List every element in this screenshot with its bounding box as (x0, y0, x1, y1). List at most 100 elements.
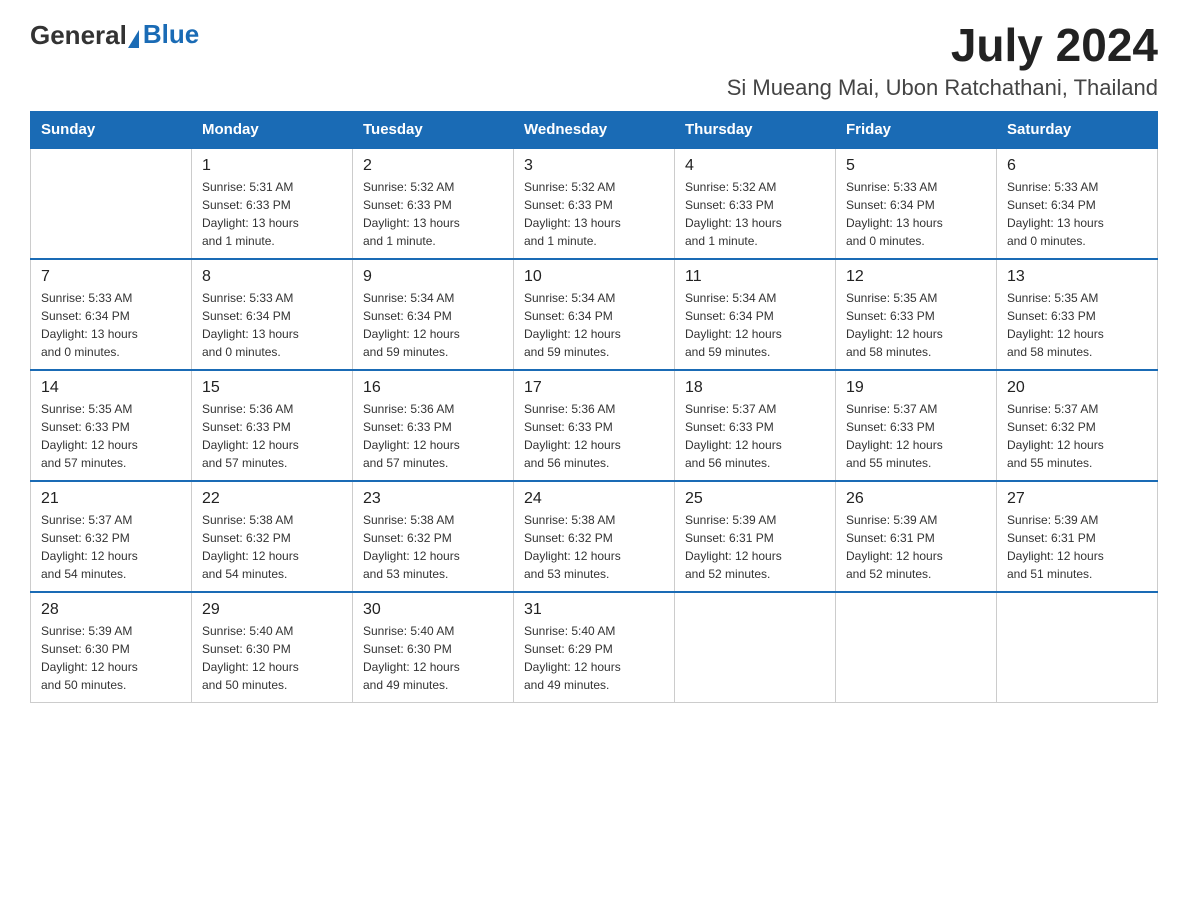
calendar-day-25: 25Sunrise: 5:39 AM Sunset: 6:31 PM Dayli… (675, 481, 836, 592)
calendar-empty-cell (836, 592, 997, 703)
day-number: 1 (202, 157, 342, 175)
day-number: 15 (202, 379, 342, 397)
day-number: 13 (1007, 268, 1147, 286)
calendar-day-26: 26 Sunrise: 5:39 AM Sunset: 6:31 PM Dayli… (836, 481, 997, 592)
day-number: 31 (524, 601, 664, 619)
logo-general: General (30, 20, 127, 51)
logo-blue: Blue (143, 21, 199, 47)
page-header: General Blue July 2024 Si Mueang Mai, Ub… (30, 20, 1158, 101)
calendar-day-31: 31 Sunrise: 5:40 AM Sunset: 6:29 PM Dayli… (514, 592, 675, 703)
day-info: Sunrise: 5:38 AM Sunset: 6:32 PM Dayligh… (202, 511, 342, 583)
header-saturday: Saturday (997, 111, 1158, 148)
day-info: Sunrise: 5:31 AM Sunset: 6:33 PM Dayligh… (202, 178, 342, 250)
calendar-week-row: 21 Sunrise: 5:37 AM Sunset: 6:32 PM Dayli… (31, 481, 1158, 592)
title-block: July 2024 Si Mueang Mai, Ubon Ratchathan… (727, 20, 1158, 101)
day-number: 9 (363, 268, 503, 286)
day-info: Sunrise: 5:33 AM Sunset: 6:34 PM Dayligh… (1007, 178, 1147, 250)
day-info: Sunrise: 5:39 AM Sunset: 6:31 PM Dayligh… (1007, 511, 1147, 583)
day-info: Sunrise: 5:33 AM Sunset: 6:34 PM Dayligh… (846, 178, 986, 250)
calendar-day-18: 18 Sunrise: 5:37 AM Sunset: 6:33 PM Dayli… (675, 370, 836, 481)
day-number: 8 (202, 268, 342, 286)
day-number: 21 (41, 490, 181, 508)
day-number: 18 (685, 379, 825, 397)
calendar-day-15: 15 Sunrise: 5:36 AM Sunset: 6:33 PM Dayli… (192, 370, 353, 481)
day-number: 20 (1007, 379, 1147, 397)
day-info: Sunrise: 5:39 AM Sunset: 6:30 PM Dayligh… (41, 622, 181, 694)
day-info: Sunrise: 5:34 AM Sunset: 6:34 PM Dayligh… (363, 289, 503, 361)
calendar-day-24: 24 Sunrise: 5:38 AM Sunset: 6:32 PM Dayli… (514, 481, 675, 592)
calendar-day-6: 6 Sunrise: 5:33 AM Sunset: 6:34 PM Daylig… (997, 148, 1158, 259)
day-number: 11 (685, 268, 825, 286)
day-info: Sunrise: 5:40 AM Sunset: 6:29 PM Dayligh… (524, 622, 664, 694)
calendar-day-8: 8Sunrise: 5:33 AM Sunset: 6:34 PM Daylig… (192, 259, 353, 370)
day-info: Sunrise: 5:36 AM Sunset: 6:33 PM Dayligh… (202, 400, 342, 472)
calendar-day-19: 19Sunrise: 5:37 AM Sunset: 6:33 PM Dayli… (836, 370, 997, 481)
calendar-day-16: 16 Sunrise: 5:36 AM Sunset: 6:33 PM Dayli… (353, 370, 514, 481)
header-tuesday: Tuesday (353, 111, 514, 148)
calendar-day-21: 21 Sunrise: 5:37 AM Sunset: 6:32 PM Dayli… (31, 481, 192, 592)
day-info: Sunrise: 5:36 AM Sunset: 6:33 PM Dayligh… (524, 400, 664, 472)
calendar-day-10: 10Sunrise: 5:34 AM Sunset: 6:34 PM Dayli… (514, 259, 675, 370)
calendar-week-row: 28 Sunrise: 5:39 AM Sunset: 6:30 PM Dayli… (31, 592, 1158, 703)
calendar-day-2: 2 Sunrise: 5:32 AM Sunset: 6:33 PM Daylig… (353, 148, 514, 259)
day-info: Sunrise: 5:32 AM Sunset: 6:33 PM Dayligh… (363, 178, 503, 250)
header-wednesday: Wednesday (514, 111, 675, 148)
calendar-day-12: 12 Sunrise: 5:35 AM Sunset: 6:33 PM Dayli… (836, 259, 997, 370)
calendar-day-11: 11 Sunrise: 5:34 AM Sunset: 6:34 PM Dayli… (675, 259, 836, 370)
calendar-empty-cell (31, 148, 192, 259)
calendar-day-28: 28 Sunrise: 5:39 AM Sunset: 6:30 PM Dayli… (31, 592, 192, 703)
day-info: Sunrise: 5:36 AM Sunset: 6:33 PM Dayligh… (363, 400, 503, 472)
day-number: 26 (846, 490, 986, 508)
calendar-week-row: 1 Sunrise: 5:31 AM Sunset: 6:33 PM Daylig… (31, 148, 1158, 259)
calendar-day-3: 3Sunrise: 5:32 AM Sunset: 6:33 PM Daylig… (514, 148, 675, 259)
calendar-day-30: 30 Sunrise: 5:40 AM Sunset: 6:30 PM Dayli… (353, 592, 514, 703)
day-info: Sunrise: 5:35 AM Sunset: 6:33 PM Dayligh… (41, 400, 181, 472)
day-number: 6 (1007, 157, 1147, 175)
calendar-table: SundayMondayTuesdayWednesdayThursdayFrid… (30, 111, 1158, 703)
calendar-day-13: 13 Sunrise: 5:35 AM Sunset: 6:33 PM Dayli… (997, 259, 1158, 370)
day-info: Sunrise: 5:34 AM Sunset: 6:34 PM Dayligh… (685, 289, 825, 361)
day-info: Sunrise: 5:38 AM Sunset: 6:32 PM Dayligh… (524, 511, 664, 583)
day-info: Sunrise: 5:37 AM Sunset: 6:32 PM Dayligh… (41, 511, 181, 583)
day-number: 12 (846, 268, 986, 286)
day-info: Sunrise: 5:37 AM Sunset: 6:33 PM Dayligh… (685, 400, 825, 472)
day-info: Sunrise: 5:37 AM Sunset: 6:32 PM Dayligh… (1007, 400, 1147, 472)
day-number: 28 (41, 601, 181, 619)
day-info: Sunrise: 5:35 AM Sunset: 6:33 PM Dayligh… (846, 289, 986, 361)
day-info: Sunrise: 5:39 AM Sunset: 6:31 PM Dayligh… (846, 511, 986, 583)
day-number: 24 (524, 490, 664, 508)
day-number: 30 (363, 601, 503, 619)
day-number: 14 (41, 379, 181, 397)
calendar-day-20: 20 Sunrise: 5:37 AM Sunset: 6:32 PM Dayli… (997, 370, 1158, 481)
calendar-day-17: 17 Sunrise: 5:36 AM Sunset: 6:33 PM Dayli… (514, 370, 675, 481)
day-info: Sunrise: 5:40 AM Sunset: 6:30 PM Dayligh… (202, 622, 342, 694)
day-info: Sunrise: 5:40 AM Sunset: 6:30 PM Dayligh… (363, 622, 503, 694)
day-number: 16 (363, 379, 503, 397)
calendar-day-22: 22 Sunrise: 5:38 AM Sunset: 6:32 PM Dayli… (192, 481, 353, 592)
day-number: 29 (202, 601, 342, 619)
calendar-day-9: 9 Sunrise: 5:34 AM Sunset: 6:34 PM Daylig… (353, 259, 514, 370)
calendar-day-7: 7 Sunrise: 5:33 AM Sunset: 6:34 PM Daylig… (31, 259, 192, 370)
day-info: Sunrise: 5:37 AM Sunset: 6:33 PM Dayligh… (846, 400, 986, 472)
location-subtitle: Si Mueang Mai, Ubon Ratchathani, Thailan… (727, 75, 1158, 101)
day-number: 5 (846, 157, 986, 175)
calendar-empty-cell (997, 592, 1158, 703)
calendar-day-23: 23Sunrise: 5:38 AM Sunset: 6:32 PM Dayli… (353, 481, 514, 592)
day-number: 2 (363, 157, 503, 175)
day-number: 7 (41, 268, 181, 286)
day-info: Sunrise: 5:34 AM Sunset: 6:34 PM Dayligh… (524, 289, 664, 361)
day-number: 17 (524, 379, 664, 397)
calendar-day-4: 4Sunrise: 5:32 AM Sunset: 6:33 PM Daylig… (675, 148, 836, 259)
day-number: 22 (202, 490, 342, 508)
day-info: Sunrise: 5:35 AM Sunset: 6:33 PM Dayligh… (1007, 289, 1147, 361)
calendar-day-14: 14 Sunrise: 5:35 AM Sunset: 6:33 PM Dayli… (31, 370, 192, 481)
calendar-day-27: 27Sunrise: 5:39 AM Sunset: 6:31 PM Dayli… (997, 481, 1158, 592)
header-thursday: Thursday (675, 111, 836, 148)
logo: General Blue (30, 20, 199, 51)
calendar-header-row: SundayMondayTuesdayWednesdayThursdayFrid… (31, 111, 1158, 148)
day-info: Sunrise: 5:32 AM Sunset: 6:33 PM Dayligh… (685, 178, 825, 250)
calendar-day-29: 29 Sunrise: 5:40 AM Sunset: 6:30 PM Dayli… (192, 592, 353, 703)
day-info: Sunrise: 5:33 AM Sunset: 6:34 PM Dayligh… (41, 289, 181, 361)
header-friday: Friday (836, 111, 997, 148)
logo-triangle-icon (128, 30, 139, 48)
